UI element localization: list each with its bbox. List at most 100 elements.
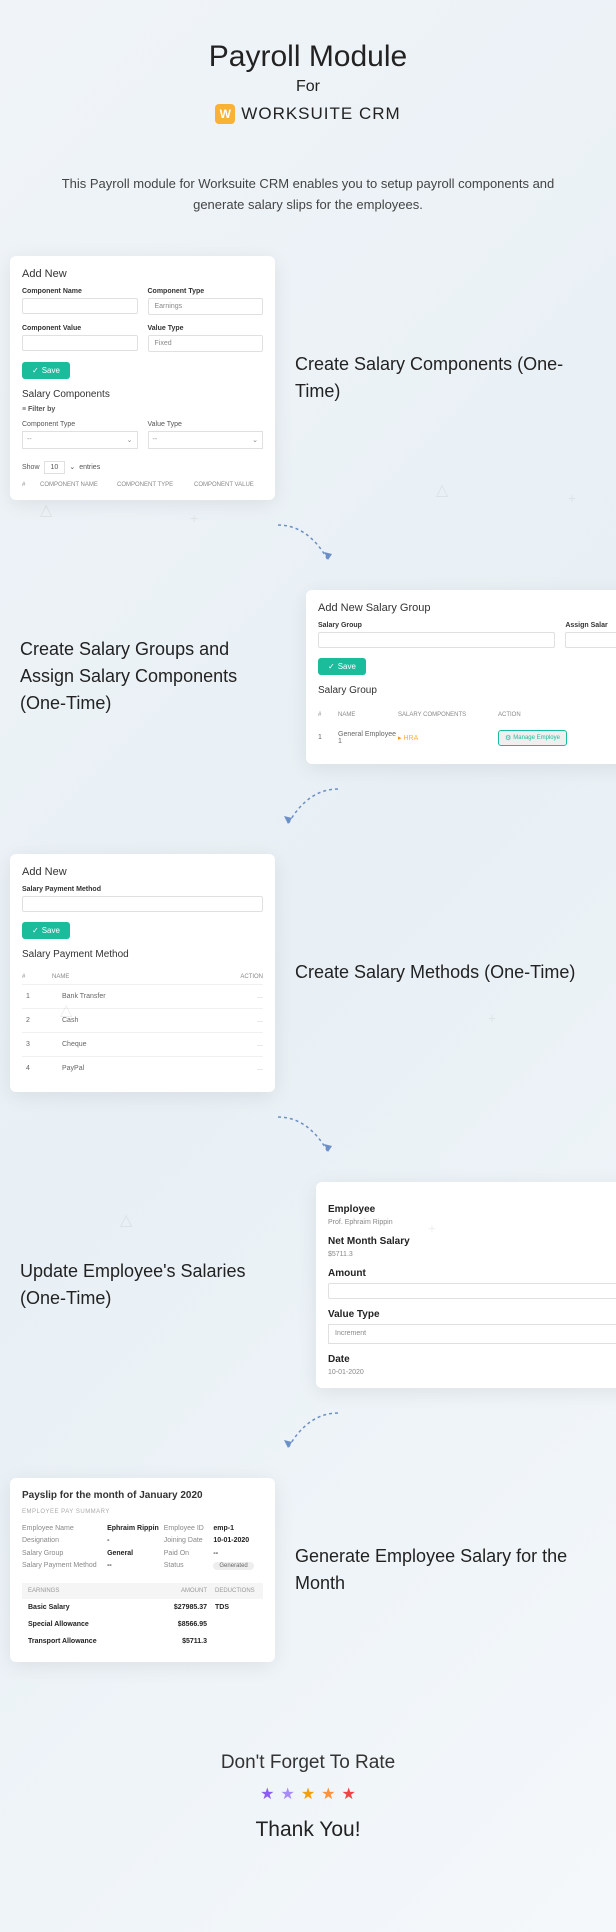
check-icon (32, 926, 39, 935)
plus-icon: + (190, 510, 198, 526)
table-row: 1 General Employee 1 ▸ HRA Manage Employ… (318, 724, 616, 752)
card-payslip: Payslip for the month of January 2020 EM… (10, 1478, 275, 1662)
card-payment-methods: Add New Salary Payment Method Save Salar… (10, 854, 275, 1092)
methods-list-title: Salary Payment Method (22, 949, 263, 960)
triangle-icon: △ (120, 1210, 130, 1220)
table-row: 2Cash... (22, 1008, 263, 1032)
action-menu-icon[interactable]: ... (223, 1065, 263, 1072)
save-button[interactable]: Save (22, 922, 70, 939)
action-menu-icon[interactable]: ... (223, 993, 263, 1000)
card-salary-groups: Add New Salary Group Salary Group Assign… (306, 590, 616, 764)
value-type-select[interactable]: Fixed (148, 335, 264, 352)
stars: ★ ★ ★ ★ ★ (20, 1784, 596, 1804)
footer: Don't Forget To Rate ★ ★ ★ ★ ★ Thank You… (20, 1722, 596, 1902)
value-type-label: Value Type (148, 325, 264, 332)
entries-select[interactable]: 10 (44, 461, 66, 474)
table-row: 3Cheque... (22, 1032, 263, 1056)
table-row: 1Bank Transfer... (22, 984, 263, 1008)
check-icon (328, 662, 335, 671)
section-title-salaries: Update Employee's Salaries (One-Time) (20, 1258, 296, 1312)
entries-row: Show 10 ⌄ entries (22, 461, 263, 474)
filter-by-label: ≡ Filter by (22, 406, 263, 413)
component-type-select[interactable]: Earnings (148, 298, 264, 315)
value-type-label: Value Type (328, 1309, 616, 1320)
star-icon: ★ (301, 1784, 315, 1804)
section-title-payslip: Generate Employee Salary for the Month (295, 1543, 596, 1597)
amount-input[interactable] (328, 1283, 616, 1299)
net-salary-value: $5711.3 (328, 1251, 616, 1258)
table-row: 4PayPal... (22, 1056, 263, 1080)
salary-group-input[interactable] (318, 632, 555, 648)
filter-value-type-label: Value Type (148, 421, 264, 428)
component-name-input[interactable] (22, 298, 138, 314)
section-title-groups: Create Salary Groups and Assign Salary C… (20, 636, 286, 717)
action-menu-icon[interactable]: ... (223, 1041, 263, 1048)
earnings-head: EARNINGS AMOUNT DEDUCTIONS (22, 1583, 263, 1599)
groups-list-title: Salary Group (318, 685, 616, 696)
card-employee-salary: Employee Prof. Ephraim Rippin Net Month … (316, 1182, 616, 1388)
triangle-icon: △ (60, 1000, 70, 1010)
amount-label: Amount (328, 1268, 616, 1279)
components-list-title: Salary Components (22, 389, 263, 400)
section-title-components: Create Salary Components (One-Time) (295, 351, 596, 405)
table-row: Basic Salary$27985.37TDS (22, 1599, 263, 1616)
brand-text: WORKSUITE CRM (241, 104, 400, 124)
action-menu-icon[interactable]: ... (223, 1017, 263, 1024)
plus-icon: + (568, 490, 576, 506)
section-methods: Add New Salary Payment Method Save Salar… (20, 854, 596, 1092)
method-input[interactable] (22, 896, 263, 912)
star-icon: ★ (321, 1784, 335, 1804)
card-title: Add New (22, 866, 263, 878)
star-icon: ★ (280, 1784, 294, 1804)
groups-table-head: # NAME SALARY COMPONENTS ACTION (318, 706, 616, 724)
rate-text: Don't Forget To Rate (20, 1752, 596, 1774)
card-title: Add New (22, 268, 263, 280)
value-type-select[interactable]: Increment⌄ (328, 1324, 616, 1344)
triangle-icon: △ (436, 480, 446, 490)
payslip-sub: EMPLOYEE PAY SUMMARY (22, 1509, 263, 1515)
methods-table-head: # NAME ACTION (22, 970, 263, 984)
gear-icon (505, 734, 511, 742)
hero-for: For (20, 78, 596, 96)
brand: W WORKSUITE CRM (215, 104, 400, 124)
plus-icon: + (488, 1010, 496, 1026)
employee-label: Employee (328, 1204, 616, 1215)
component-value-label: Component Value (22, 325, 138, 332)
assign-salary-input[interactable] (565, 632, 616, 648)
payslip-title: Payslip for the month of January 2020 (22, 1490, 263, 1501)
filter-component-type-select[interactable]: --⌄ (22, 431, 138, 449)
plus-icon: + (428, 1220, 436, 1236)
filter-value-type-select[interactable]: --⌄ (148, 431, 264, 449)
section-groups: Create Salary Groups and Assign Salary C… (20, 590, 596, 764)
triangle-icon: △ (40, 500, 50, 510)
salary-group-label: Salary Group (318, 622, 555, 629)
method-label: Salary Payment Method (22, 886, 263, 893)
hero: Payroll Module For W WORKSUITE CRM (20, 30, 596, 154)
thanks-text: Thank You! (20, 1818, 596, 1842)
card-salary-components: Add New Component Name Component Type Ea… (10, 256, 275, 500)
table-row: Special Allowance$8566.95 (22, 1616, 263, 1633)
component-name-label: Component Name (22, 288, 138, 295)
card-title: Add New Salary Group (318, 602, 616, 614)
page-title: Payroll Module (20, 40, 596, 74)
description: This Payroll module for Worksuite CRM en… (60, 174, 556, 216)
section-title-methods: Create Salary Methods (One-Time) (295, 959, 596, 986)
component-value-input[interactable] (22, 335, 138, 351)
manage-employees-button[interactable]: Manage Employe (498, 730, 567, 746)
save-button[interactable]: Save (318, 658, 366, 675)
components-table-head: # COMPONENT NAME COMPONENT TYPE COMPONEN… (22, 482, 263, 488)
section-update-salaries: Update Employee's Salaries (One-Time) Em… (20, 1182, 596, 1388)
date-value: 10-01-2020 (328, 1369, 616, 1376)
star-icon: ★ (342, 1784, 356, 1804)
section-components: Add New Component Name Component Type Ea… (20, 256, 596, 500)
save-button[interactable]: Save (22, 362, 70, 379)
check-icon (32, 366, 39, 375)
section-payslip: Payslip for the month of January 2020 EM… (20, 1478, 596, 1662)
status-badge: Generated (213, 1562, 253, 1570)
table-row: Transport Allowance$5711.3 (22, 1633, 263, 1650)
date-label: Date (328, 1354, 616, 1365)
brand-icon: W (215, 104, 235, 124)
component-type-label: Component Type (148, 288, 264, 295)
assign-salary-label: Assign Salar (565, 622, 616, 629)
employee-value: Prof. Ephraim Rippin (328, 1219, 616, 1226)
